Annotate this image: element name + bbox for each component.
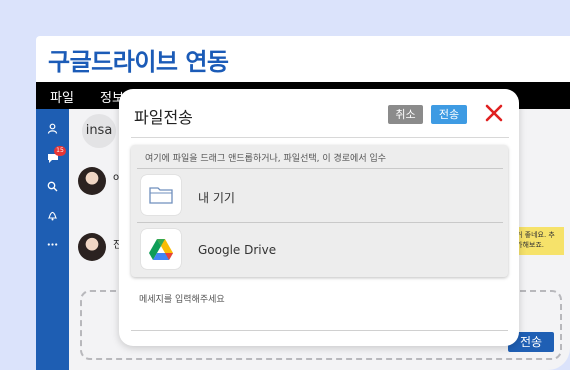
dialog-send-button[interactable]: 전송 bbox=[431, 105, 467, 124]
screenshot-frame: 구글드라이브 연동 파일 정보 기능 15 insa bbox=[0, 0, 570, 370]
close-icon[interactable] bbox=[483, 102, 505, 124]
google-drive-icon bbox=[141, 229, 181, 269]
drop-hint: 여기에 파일을 드래그 앤드롭하거나, 파일선택, 이 경로에서 입수 bbox=[145, 154, 387, 164]
bell-icon[interactable] bbox=[46, 210, 59, 223]
dialog-title: 파일전송 bbox=[134, 108, 193, 127]
banner: 구글드라이브 연동 bbox=[36, 36, 570, 82]
search-icon[interactable] bbox=[46, 181, 59, 194]
divider bbox=[131, 137, 509, 138]
file-transfer-dialog: 파일전송 취소 전송 여기에 파일을 드래그 앤드롭하거나, 파일선택, 이 경… bbox=[119, 89, 519, 346]
divider bbox=[137, 222, 503, 223]
left-sidebar: 15 bbox=[36, 109, 69, 370]
divider bbox=[137, 168, 503, 169]
folder-icon bbox=[141, 175, 181, 215]
user-icon[interactable] bbox=[46, 123, 59, 136]
chat-bubble: 거 좋네요. 추가해보죠. bbox=[512, 227, 564, 255]
room-avatar[interactable]: insa bbox=[82, 114, 116, 148]
file-source-panel[interactable]: 여기에 파일을 드래그 앤드롭하거나, 파일선택, 이 경로에서 입수 내 기기 bbox=[131, 145, 508, 277]
cancel-button[interactable]: 취소 bbox=[388, 105, 423, 124]
message-placeholder: 메세지를 입력해주세요 bbox=[139, 295, 225, 305]
message-input[interactable]: 메세지를 입력해주세요 bbox=[131, 285, 508, 331]
banner-title: 구글드라이브 연동 bbox=[48, 48, 229, 76]
avatar[interactable] bbox=[78, 233, 106, 261]
source-label: 내 기기 bbox=[198, 191, 235, 205]
menu-item-file[interactable]: 파일 bbox=[50, 87, 74, 106]
avatar[interactable] bbox=[78, 167, 106, 195]
unread-badge: 15 bbox=[54, 146, 66, 156]
more-icon[interactable] bbox=[46, 239, 59, 252]
source-label: Google Drive bbox=[198, 243, 277, 257]
